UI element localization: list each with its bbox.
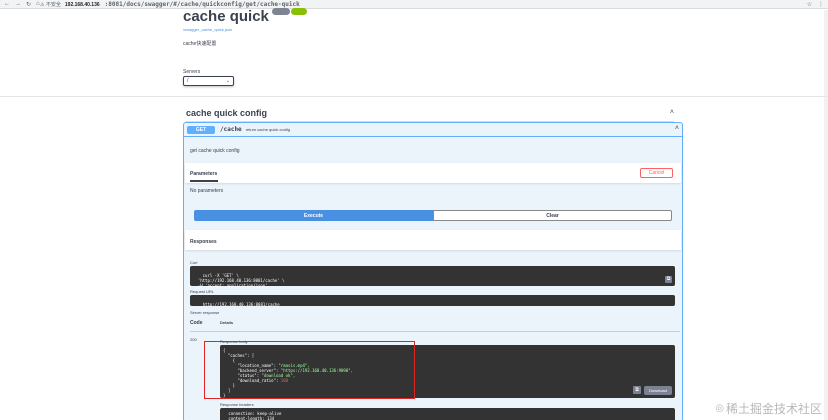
version-badges (271, 8, 307, 15)
curl-label: Curl (190, 260, 198, 265)
version-badge (271, 8, 290, 15)
watermark: ◎ 稀土掘金技术社区 (715, 400, 822, 417)
spec-link[interactable]: /swagger_cache_quick.json (183, 27, 307, 32)
operation-summary-text: return cache quick config (245, 127, 291, 132)
api-title-row: cache quick (183, 8, 307, 25)
api-description: cache快速配置 (183, 41, 217, 47)
tag-name: cache quick config (186, 107, 268, 118)
servers-selected-value: / (187, 78, 189, 84)
response-headers-label: Response headers (220, 402, 254, 407)
watermark-text: 稀土掘金技术社区 (725, 402, 822, 416)
execute-row: Execute Clear (194, 210, 672, 221)
request-url-block[interactable]: http://192.168.40.136:8081/cache (190, 295, 675, 307)
responses-header: Responses (185, 230, 681, 250)
api-info: cache quick /swagger_cache_quick.json ca… (183, 8, 307, 47)
response-headers-code: connection: keep-alive content-length: 1… (220, 408, 675, 420)
operation-path: /cache (220, 126, 242, 133)
servers-label: Servers (183, 69, 201, 75)
chevron-up-icon[interactable]: ˄ (675, 125, 679, 132)
parameters-header: Parameters Cancel (185, 163, 681, 183)
servers-section: Servers / ⌄ (183, 69, 234, 86)
section-divider (0, 96, 828, 97)
curl-code: curl -X 'GET' \ 'http://192.168.40.136:8… (197, 273, 285, 288)
api-title: cache quick (183, 8, 269, 25)
clear-button[interactable]: Clear (433, 210, 672, 221)
oas-badge (290, 8, 307, 15)
code-column-header: Code (190, 320, 203, 326)
forward-icon[interactable]: → (15, 1, 21, 8)
security-warning[interactable]: ⚠ 不安全 (40, 1, 61, 8)
back-icon[interactable]: ← (4, 1, 10, 8)
servers-select[interactable]: / ⌄ (183, 76, 234, 86)
request-url: http://192.168.40.136:8081/cache (202, 302, 280, 307)
bookmark-icon[interactable]: ☆ (807, 1, 812, 8)
details-column-header: Details (220, 320, 234, 325)
server-response-label: Server response (190, 310, 220, 315)
table-divider (190, 331, 680, 332)
operation-summary[interactable]: GET /cache return cache quick config ˄ (184, 123, 682, 137)
reload-icon[interactable]: ↻ (26, 1, 31, 8)
status-code: 200 (190, 337, 197, 342)
chevron-down-icon: ⌄ (225, 78, 230, 84)
menu-icon[interactable]: ⋮ (818, 1, 824, 8)
nav-buttons: ← → ↻ ⌂ (0, 1, 40, 8)
url-host: 192.168.40.136 (64, 1, 100, 8)
operation-description: get cache quick config (190, 148, 240, 154)
curl-code-block[interactable]: curl -X 'GET' \ 'http://192.168.40.136:8… (190, 266, 675, 288)
responses-title: Responses (190, 239, 217, 245)
juejin-logo-icon: ◎ (715, 403, 724, 414)
browser-actions: ☆ ⋮ (807, 1, 824, 8)
download-button[interactable]: Download (644, 386, 672, 395)
copy-icon[interactable]: ⧉ (633, 386, 641, 394)
address-bar[interactable]: 192.168.40.136 :8081/docs/swagger/#/cache… (65, 1, 300, 8)
tab-parameters[interactable]: Parameters (190, 171, 217, 177)
cancel-button[interactable]: Cancel (640, 168, 673, 178)
tag-header[interactable]: cache quick config ˄ (186, 104, 674, 122)
execute-button[interactable]: Execute (194, 210, 433, 221)
url-path: :8081/docs/swagger/#/cache/quickconfig/g… (104, 0, 300, 8)
highlight-box (204, 341, 415, 399)
no-parameters-text: No parameters (190, 188, 224, 194)
security-label: 不安全 (45, 1, 61, 8)
tab-underline (190, 180, 218, 182)
chevron-up-icon[interactable]: ˄ (670, 109, 674, 116)
page-scrollbar[interactable] (824, 10, 828, 420)
browser-toolbar: ← → ↻ ⌂ ⚠ 不安全 192.168.40.136 :8081/docs/s… (0, 0, 828, 9)
copy-icon[interactable]: ⧉ (665, 276, 672, 283)
method-badge: GET (187, 125, 215, 134)
request-url-label: Request URL (190, 289, 215, 294)
